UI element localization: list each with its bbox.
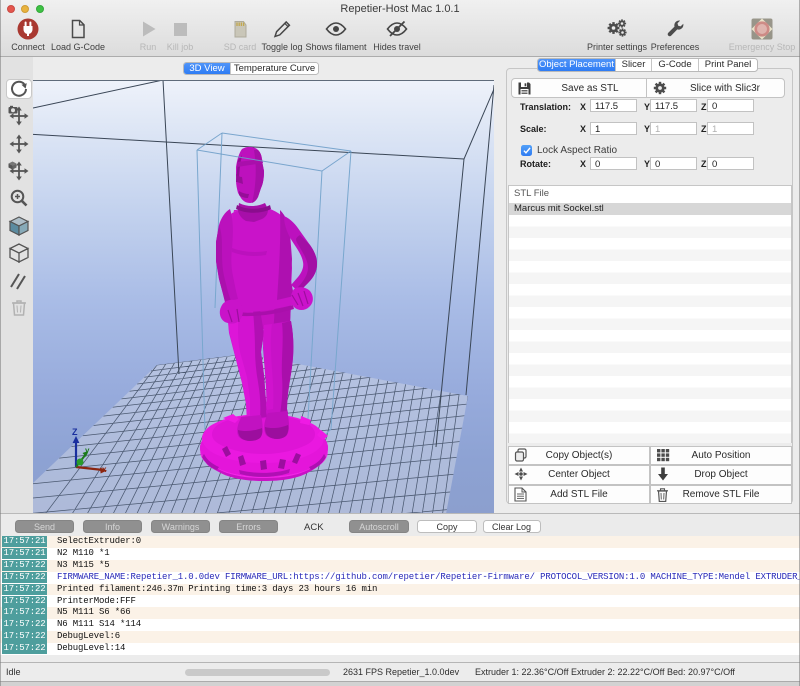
svg-text:x: x bbox=[102, 465, 107, 474]
svg-text:y: y bbox=[85, 446, 90, 455]
svg-text:Z: Z bbox=[72, 427, 78, 437]
